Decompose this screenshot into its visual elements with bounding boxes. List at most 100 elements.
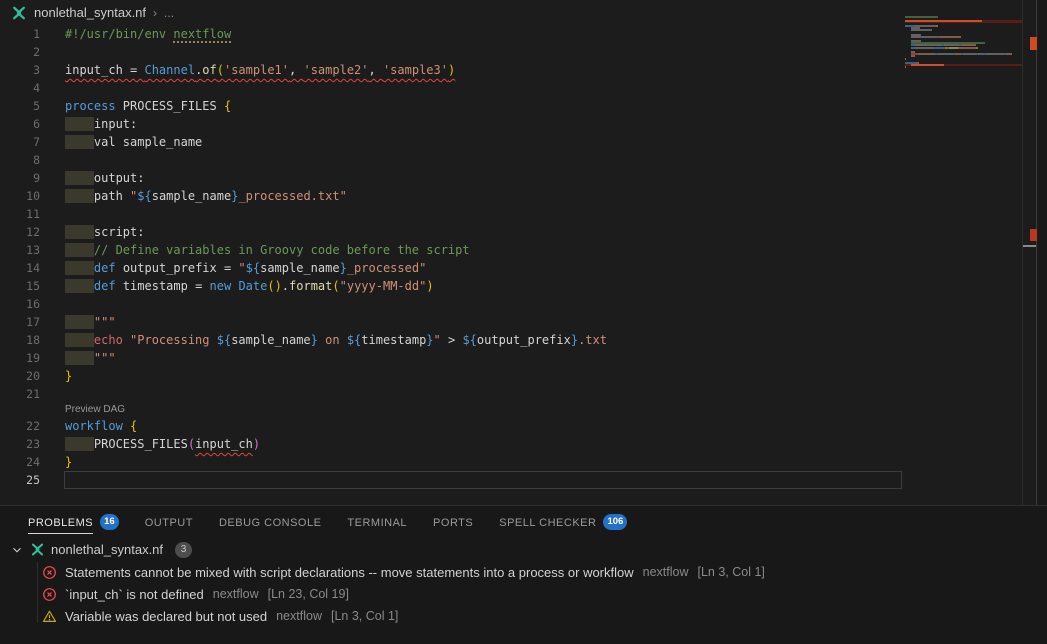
code-token: () xyxy=(267,279,281,293)
indent-highlight xyxy=(65,189,94,203)
code-token: "Processing xyxy=(130,333,217,347)
code-token: ( xyxy=(332,279,339,293)
line-content: // Define variables in Groovy code befor… xyxy=(65,241,470,259)
code-line[interactable]: 3input_ch = Channel.of('sample1', 'sampl… xyxy=(0,61,607,79)
minimap[interactable] xyxy=(905,16,1022,71)
code-token: PROCESS_FILES xyxy=(116,99,224,113)
code-line[interactable]: 6 input: xyxy=(0,115,607,133)
code-line[interactable]: 24} xyxy=(0,453,607,471)
error-icon xyxy=(42,565,57,580)
code-line[interactable]: 20} xyxy=(0,367,607,385)
code-area[interactable]: 1 #!/usr/bin/env nextflow 23input_ch = Cha… xyxy=(0,25,607,489)
code-token: input_ch xyxy=(195,437,253,451)
code-token: ) xyxy=(448,63,455,77)
code-token: ( xyxy=(188,437,195,451)
panel-tab-problems[interactable]: PROBLEMS16 xyxy=(28,511,119,534)
code-line[interactable]: 10 path "${sample_name}_processed.txt" xyxy=(0,187,607,205)
indent-highlight xyxy=(65,437,94,451)
ruler-error-marker xyxy=(1030,229,1037,241)
code-token: timestamp xyxy=(361,333,426,347)
code-line[interactable]: 7 val sample_name xyxy=(0,133,607,151)
line-number: 23 xyxy=(0,435,40,453)
code-line[interactable]: 11 xyxy=(0,205,607,223)
line-number: 15 xyxy=(0,277,40,295)
code-line[interactable]: 16 xyxy=(0,295,607,313)
indent-highlight xyxy=(65,351,94,365)
code-line[interactable]: 23 PROCESS_FILES(input_ch) xyxy=(0,435,607,453)
code-token: ) xyxy=(253,437,260,451)
code-line[interactable]: 4 xyxy=(0,79,607,97)
code-token: } xyxy=(65,369,72,383)
code-line[interactable]: 2 xyxy=(0,43,607,61)
problem-location: [Ln 3, Col 1] xyxy=(331,609,398,623)
codelens-preview-dag[interactable]: Preview DAG xyxy=(0,403,607,417)
panel-tab-debug-console[interactable]: DEBUG CONSOLE xyxy=(219,511,321,534)
problem-source: nextflow xyxy=(276,609,322,623)
tab-badge: 16 xyxy=(100,514,119,530)
breadcrumb-separator: › xyxy=(153,6,157,20)
breadcrumb[interactable]: nonlethal_syntax.nf › ... xyxy=(0,0,1047,25)
code-line[interactable]: 22workflow { xyxy=(0,417,607,435)
line-number: 13 xyxy=(0,241,40,259)
code-token: } xyxy=(311,333,318,347)
code-line[interactable]: 1 #!/usr/bin/env nextflow xyxy=(0,25,607,43)
chevron-down-icon[interactable] xyxy=(10,543,24,557)
code-token: on xyxy=(318,333,347,347)
code-token: ( xyxy=(217,63,224,77)
tab-label: TERMINAL xyxy=(347,511,407,534)
code-line[interactable]: 5process PROCESS_FILES { xyxy=(0,97,607,115)
code-token: , xyxy=(289,63,303,77)
code-line[interactable]: 13 // Define variables in Groovy code be… xyxy=(0,241,607,259)
breadcrumb-more[interactable]: ... xyxy=(164,6,174,20)
code-line[interactable]: 14 def output_prefix = "${sample_name}_p… xyxy=(0,259,607,277)
problem-row[interactable]: `input_ch` is not definednextflow[Ln 23,… xyxy=(0,583,1047,605)
line-content: #!/usr/bin/env nextflow xyxy=(65,25,231,43)
line-content: PROCESS_FILES(input_ch) xyxy=(65,435,260,453)
code-line[interactable]: 8 xyxy=(0,151,607,169)
problem-row[interactable]: Variable was declared but not usednextfl… xyxy=(0,605,1047,627)
problems-file-group[interactable]: nonlethal_syntax.nf 3 xyxy=(0,538,1047,561)
indent-highlight xyxy=(65,243,94,257)
code-token: ${ xyxy=(217,333,231,347)
line-content: def output_prefix = "${sample_name}_proc… xyxy=(65,259,426,277)
tab-label: OUTPUT xyxy=(145,511,193,534)
current-line-border xyxy=(64,471,902,489)
panel-tab-ports[interactable]: PORTS xyxy=(433,511,473,534)
code-line[interactable]: 18 echo "Processing ${sample_name} on ${… xyxy=(0,331,607,349)
breadcrumb-filename[interactable]: nonlethal_syntax.nf xyxy=(34,5,146,20)
code-token: input: xyxy=(94,117,137,131)
code-token: ${ xyxy=(246,261,260,275)
panel-tab-terminal[interactable]: TERMINAL xyxy=(347,511,407,534)
line-number: 1 xyxy=(0,25,40,43)
nextflow-file-icon xyxy=(11,5,27,21)
line-number: 14 xyxy=(0,259,40,277)
code-line[interactable]: 15 def timestamp = new Date().format("yy… xyxy=(0,277,607,295)
panel-tab-spell-checker[interactable]: SPELL CHECKER106 xyxy=(499,511,627,534)
code-token: sample_name xyxy=(260,261,339,275)
code-token: input_ch = xyxy=(65,63,144,77)
problem-message: Statements cannot be mixed with script d… xyxy=(65,565,634,580)
code-token: script: xyxy=(94,225,145,239)
code-line[interactable]: 19 """ xyxy=(0,349,607,367)
problem-row[interactable]: Statements cannot be mixed with script d… xyxy=(0,561,1047,583)
line-number: 5 xyxy=(0,97,40,115)
code-line[interactable]: 9 output: xyxy=(0,169,607,187)
panel-tab-output[interactable]: OUTPUT xyxy=(145,511,193,534)
minimap-line xyxy=(905,69,1022,71)
overview-ruler[interactable] xyxy=(1022,0,1037,505)
indent-highlight xyxy=(65,261,94,275)
code-line[interactable]: 25 xyxy=(0,471,607,489)
code-line[interactable]: 12 script: xyxy=(0,223,607,241)
line-content: echo "Processing ${sample_name} on ${tim… xyxy=(65,331,607,349)
code-line[interactable]: 21 xyxy=(0,385,607,403)
line-number: 24 xyxy=(0,453,40,471)
line-number: 2 xyxy=(0,43,40,61)
tab-label: SPELL CHECKER xyxy=(499,511,596,534)
code-line[interactable]: 17 """ xyxy=(0,313,607,331)
code-token: output: xyxy=(94,171,145,185)
minimap-line xyxy=(905,53,1022,55)
code-token: 'sample2' xyxy=(303,63,368,77)
code-token: echo xyxy=(94,333,130,347)
line-content: """ xyxy=(65,313,116,331)
tab-label: DEBUG CONSOLE xyxy=(219,511,321,534)
